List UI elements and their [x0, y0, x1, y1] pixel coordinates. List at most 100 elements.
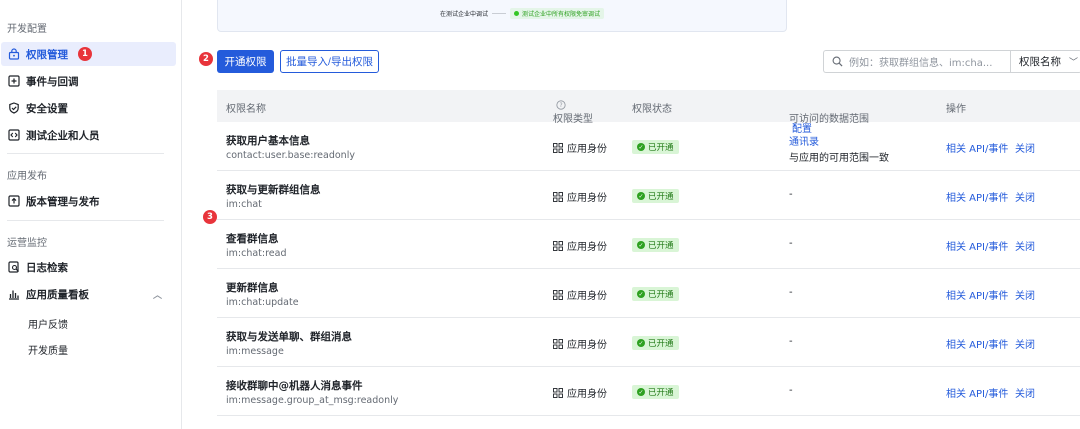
- sidebar-item-label: 测试企业和人员: [26, 129, 100, 142]
- plus-square-icon: [7, 75, 20, 88]
- grid-icon: [553, 240, 563, 251]
- related-api-link[interactable]: 相关 API/事件: [946, 385, 1008, 400]
- scope-value: -: [789, 385, 793, 396]
- related-api-link[interactable]: 相关 API/事件: [946, 140, 1008, 155]
- permission-type: 应用身份: [553, 336, 607, 351]
- permission-code: im:message: [226, 346, 284, 357]
- sidebar-divider: [7, 220, 164, 221]
- sidebar-item-log-search[interactable]: 日志检索: [0, 255, 176, 279]
- sidebar-item-label: 日志检索: [26, 261, 68, 274]
- status-label: 已开通: [648, 339, 674, 349]
- related-api-link[interactable]: 相关 API/事件: [946, 287, 1008, 302]
- permission-type-label: 应用身份: [567, 242, 607, 253]
- permission-name: 接收群聊中@机器人消息事件: [226, 380, 363, 392]
- permission-name: 查看群信息: [226, 233, 279, 245]
- sidebar-item-label: 版本管理与发布: [26, 195, 100, 208]
- svg-text:?: ?: [559, 103, 562, 109]
- status-badge: ✓ 已开通: [632, 140, 679, 154]
- preview-step-2-label: 测试企业中所有权限免审调试: [522, 11, 601, 18]
- related-api-link[interactable]: 相关 API/事件: [946, 238, 1008, 253]
- code-icon: [7, 129, 20, 142]
- status-label: 已开通: [648, 143, 674, 153]
- scope-description: 与应用的可用范围一致: [789, 153, 889, 164]
- filter-select-value: 权限名称: [1019, 56, 1061, 68]
- filter-select[interactable]: 权限名称 ﹀: [1010, 50, 1080, 73]
- status-badge: ✓ 已开通: [632, 385, 679, 399]
- section-title-dev-config: 开发配置: [7, 24, 47, 35]
- permission-name: 获取与发送单聊、群组消息: [226, 331, 352, 343]
- permission-type-label: 应用身份: [567, 144, 607, 155]
- enable-permission-button[interactable]: 开通权限: [217, 50, 274, 73]
- grid-icon: [553, 289, 563, 300]
- permission-type: 应用身份: [553, 385, 607, 400]
- permission-type-label: 应用身份: [567, 340, 607, 351]
- check-dot-icon: [514, 11, 520, 16]
- permission-code: im:chat: [226, 199, 262, 210]
- permission-code: im:chat:read: [226, 248, 287, 259]
- sidebar-item-test-enterprise[interactable]: 测试企业和人员: [0, 123, 176, 147]
- table-row: 更新群信息 im:chat:update 应用身份 ✓ 已开通 - 相关 API/…: [217, 269, 1080, 318]
- check-icon: ✓: [637, 241, 645, 249]
- permission-type-label: 应用身份: [567, 193, 607, 204]
- section-title-app-release: 应用发布: [7, 171, 47, 182]
- close-permission-link[interactable]: 关闭: [1015, 238, 1035, 253]
- check-icon: ✓: [637, 339, 645, 347]
- annotation-badge-2: 2: [199, 52, 213, 66]
- close-permission-link[interactable]: 关闭: [1015, 287, 1035, 302]
- permission-type: 应用身份: [553, 238, 607, 253]
- related-api-link[interactable]: 相关 API/事件: [946, 336, 1008, 351]
- annotation-badge-3: 3: [203, 210, 217, 224]
- annotation-badge-1: 1: [78, 47, 92, 61]
- close-permission-link[interactable]: 关闭: [1015, 140, 1035, 155]
- sidebar: 开发配置 权限管理 1 事件与回调 安全设置 测试企业和人员 应用发布 版本管理…: [0, 0, 182, 429]
- sidebar-item-label: 权限管理: [26, 48, 68, 61]
- sidebar-item-quality-board[interactable]: 应用质量看板 ︿: [0, 282, 176, 306]
- check-icon: ✓: [637, 143, 645, 151]
- status-badge: ✓ 已开通: [632, 238, 679, 252]
- grid-icon: [553, 142, 563, 153]
- sidebar-divider: [7, 153, 164, 154]
- bulk-import-export-button[interactable]: 批量导入/导出权限: [280, 50, 379, 73]
- sidebar-item-permissions[interactable]: 权限管理 1: [1, 42, 176, 66]
- scope-contacts-link[interactable]: 通讯录: [789, 133, 819, 148]
- scope-value: -: [789, 189, 793, 200]
- permission-name: 获取用户基本信息: [226, 135, 310, 147]
- chevron-up-icon[interactable]: ︿: [153, 288, 162, 301]
- sidebar-subitem-dev-quality[interactable]: 开发质量: [28, 342, 68, 357]
- scope-value: -: [789, 238, 793, 249]
- preview-step-2: 测试企业中所有权限免审调试: [510, 8, 605, 19]
- preview-flow: 在测试企业中调试 测试企业中所有权限免审调试: [440, 8, 605, 19]
- close-permission-link[interactable]: 关闭: [1015, 189, 1035, 204]
- close-permission-link[interactable]: 关闭: [1015, 385, 1035, 400]
- check-icon: ✓: [637, 290, 645, 298]
- chevron-down-icon: ﹀: [1069, 58, 1079, 68]
- table-row: 接收群聊中@机器人消息事件 im:message.group_at_msg:re…: [217, 367, 1080, 416]
- column-header-type: 权限类型 ?: [553, 100, 593, 125]
- help-circle-icon[interactable]: ?: [556, 100, 566, 110]
- status-badge: ✓ 已开通: [632, 287, 679, 301]
- permission-type: 应用身份: [553, 287, 607, 302]
- permission-type: 应用身份: [553, 140, 607, 155]
- search-input[interactable]: 例如：获取群组信息、im:cha...: [823, 50, 1011, 73]
- status-badge: ✓ 已开通: [632, 189, 679, 203]
- related-api-link[interactable]: 相关 API/事件: [946, 189, 1008, 204]
- column-header-actions: 操作: [946, 104, 966, 115]
- permission-name: 获取与更新群组信息: [226, 184, 321, 196]
- status-label: 已开通: [648, 241, 674, 251]
- sidebar-item-events[interactable]: 事件与回调: [0, 69, 176, 93]
- check-icon: ✓: [637, 192, 645, 200]
- permission-type-label: 应用身份: [567, 389, 607, 400]
- table-row: 获取与发送单聊、群组消息 im:message 应用身份 ✓ 已开通 - 相关 A…: [217, 318, 1080, 367]
- close-permission-link[interactable]: 关闭: [1015, 336, 1035, 351]
- bar-chart-icon: [7, 288, 20, 301]
- sidebar-item-security[interactable]: 安全设置: [0, 96, 176, 120]
- permission-code: im:chat:update: [226, 297, 299, 308]
- status-label: 已开通: [648, 290, 674, 300]
- sidebar-subitem-user-feedback[interactable]: 用户反馈: [28, 316, 68, 331]
- search-icon: [832, 56, 843, 67]
- column-header-name: 权限名称: [226, 104, 266, 115]
- permission-type: 应用身份: [553, 189, 607, 204]
- table-row: 查看群信息 im:chat:read 应用身份 ✓ 已开通 - 相关 API/事件…: [217, 220, 1080, 269]
- sidebar-item-version-release[interactable]: 版本管理与发布: [0, 189, 176, 213]
- table-header: 权限名称 权限类型 ? 权限状态 可访问的数据范围 配置 › 操作: [217, 90, 1080, 135]
